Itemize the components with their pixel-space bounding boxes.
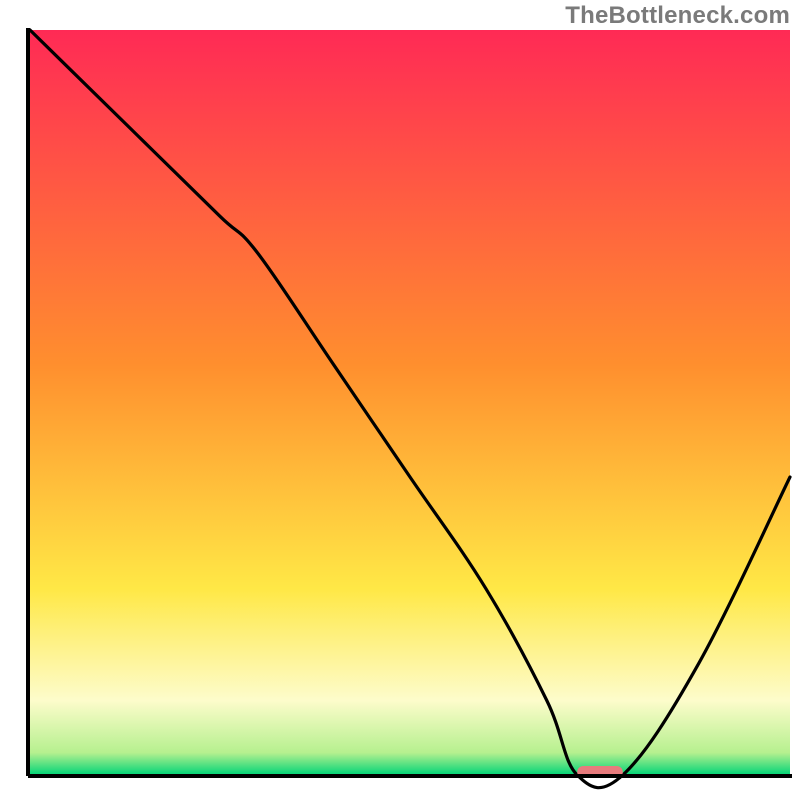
chart-wrapper: TheBottleneck.com: [0, 0, 800, 800]
bottleneck-chart: [0, 0, 800, 800]
watermark-label: TheBottleneck.com: [565, 2, 790, 30]
plot-area: [30, 30, 790, 788]
